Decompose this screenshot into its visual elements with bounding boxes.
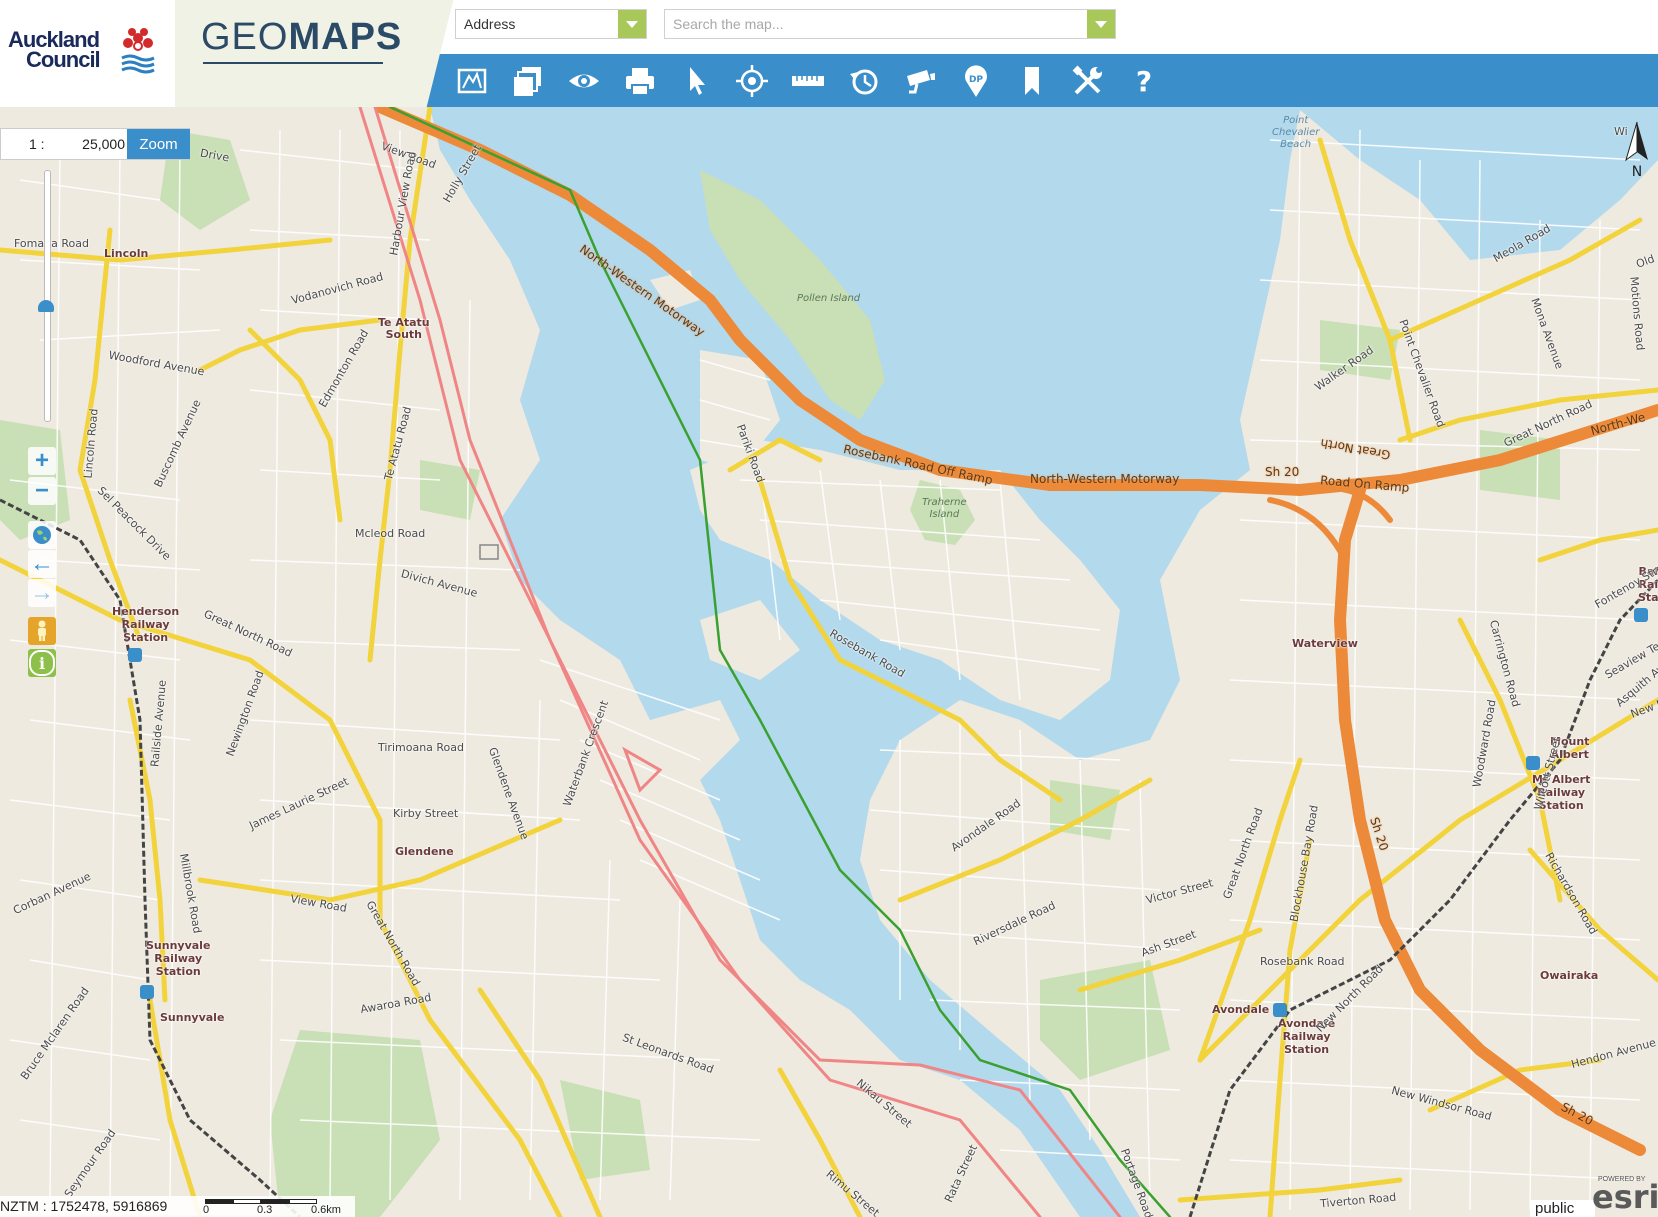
pegman-icon xyxy=(38,620,46,641)
basemap xyxy=(0,107,1658,1217)
zoom-slider[interactable] xyxy=(44,170,51,422)
select-pointer-icon[interactable] xyxy=(677,62,715,100)
measure-ruler-icon[interactable] xyxy=(789,62,827,100)
north-arrow-icon: N xyxy=(1625,121,1648,180)
place-label-avondale: Avondale xyxy=(1212,1003,1270,1016)
water-label-line: Island xyxy=(929,509,960,520)
map-search-box[interactable] xyxy=(664,9,1116,39)
scale-input[interactable] xyxy=(51,136,125,152)
auckland-council-logo[interactable]: Auckland Council xyxy=(0,0,175,107)
scale-control: 1 : Zoom xyxy=(0,128,190,160)
coordinate-readout: NZTM : 1752478, 5916869 xyxy=(0,1198,168,1214)
scale-bar-label: 0.3 xyxy=(257,1204,273,1216)
search-type-value[interactable] xyxy=(456,10,616,38)
place-label-line: Station xyxy=(1284,1043,1330,1056)
scale-bar-segment xyxy=(205,1199,233,1204)
app-title-bold: MAPS xyxy=(288,16,403,58)
water-label-line: Chevalier xyxy=(1272,127,1320,138)
label-pollen-island: Pollen Island xyxy=(797,293,861,304)
previous-extent-button[interactable]: ← xyxy=(28,550,56,578)
place-label-glendene: Glendene xyxy=(395,845,454,858)
next-extent-button[interactable]: → xyxy=(28,579,56,607)
help-question-icon[interactable]: ? xyxy=(1125,62,1163,100)
place-label-line: Railway xyxy=(1282,1030,1331,1043)
north-label: N xyxy=(1632,164,1642,180)
place-label-sunnyvale-station: Sunnyvale Railway Station xyxy=(146,939,210,978)
place-label-line: Station xyxy=(123,631,169,644)
zoom-button[interactable]: Zoom xyxy=(127,129,190,159)
geomaps-brand: GEOMAPS xyxy=(175,0,415,107)
place-label-line: Station xyxy=(155,965,201,978)
search-input[interactable] xyxy=(665,10,1085,38)
locate-target-icon[interactable] xyxy=(733,62,771,100)
camera-icon[interactable] xyxy=(901,62,939,100)
public-toggle[interactable]: public xyxy=(1530,1200,1595,1217)
label-traherne-island: Traherne Island xyxy=(922,497,967,521)
history-clock-icon[interactable] xyxy=(845,62,883,100)
scale-bar-label: 0.6km xyxy=(311,1204,341,1216)
water-label-line: Traherne xyxy=(922,497,967,508)
help-glyph: ? xyxy=(1136,65,1152,98)
app-header: Auckland Council GEOMAPS Address Search … xyxy=(0,0,1658,107)
search-type-select[interactable] xyxy=(455,9,647,39)
globe-icon xyxy=(33,526,51,544)
dp-glyph: DP xyxy=(969,75,983,85)
place-label-owairaka: Owairaka xyxy=(1540,969,1599,982)
basemaps-icon[interactable] xyxy=(453,62,491,100)
place-label-sunnyvale: Sunnyvale xyxy=(160,1011,225,1024)
streetview-pegman-button[interactable] xyxy=(28,617,56,645)
road-label: Mcleod Road xyxy=(355,527,426,540)
title-underline xyxy=(203,62,383,64)
zoom-in-button[interactable]: + xyxy=(28,447,56,475)
layers-icon[interactable] xyxy=(509,62,547,100)
map-canvas[interactable]: Lincoln Te Atatu South Henderson Railway… xyxy=(0,107,1658,1217)
full-extent-button[interactable] xyxy=(28,521,56,549)
scale-bar: 0 0.3 0.6km xyxy=(203,1199,341,1217)
info-button[interactable]: i xyxy=(28,649,56,677)
scale-bar-label: 0 xyxy=(203,1204,210,1216)
place-label-line: Henderson xyxy=(112,605,180,618)
place-label-line: Sta xyxy=(1638,591,1658,604)
place-label-line: Sunnyvale xyxy=(146,939,211,952)
label-sh20-a: Sh 20 xyxy=(1265,465,1300,479)
main-toolbar: DP ? xyxy=(413,54,1658,107)
app-title-light: GEO xyxy=(201,16,289,58)
pohutukawa-flower-icon xyxy=(121,28,155,74)
scale-prefix: 1 : xyxy=(29,136,45,152)
label-point-chevalier-beach: Point Chevalier Beach xyxy=(1272,115,1319,151)
label-nw-motorway-b: North-Western Motorway xyxy=(1030,472,1180,486)
dp-marker-icon[interactable]: DP xyxy=(957,62,995,100)
road-label: Rosebank Road xyxy=(1260,955,1345,968)
zoom-out-button[interactable]: − xyxy=(28,477,56,505)
place-label-henderson-station: Henderson Railway Station xyxy=(112,605,179,644)
place-label-line: Railway xyxy=(154,952,203,965)
road-label: Fomana Road xyxy=(14,237,89,250)
print-icon[interactable] xyxy=(621,62,659,100)
logo-text: Auckland Council xyxy=(8,29,101,72)
app-title: GEOMAPS xyxy=(201,16,402,59)
zoom-slider-handle[interactable] xyxy=(38,300,54,312)
esri-logo[interactable]: esri xyxy=(1592,1178,1658,1216)
place-label-line: South xyxy=(385,328,423,341)
water-label-line: Point xyxy=(1283,115,1309,126)
place-label-te-atatu-south: Te Atatu South xyxy=(378,317,430,341)
road-label: Kirby Street xyxy=(393,807,459,820)
chevron-down-icon[interactable] xyxy=(618,10,646,38)
bookmark-icon[interactable] xyxy=(1013,62,1051,100)
eye-icon[interactable] xyxy=(565,62,603,100)
road-label: Tirimoana Road xyxy=(378,741,465,754)
water-label-line: Beach xyxy=(1280,139,1312,150)
place-label-lincoln: Lincoln xyxy=(104,247,149,260)
place-label-line: Railway xyxy=(121,618,170,631)
tools-wrench-icon[interactable] xyxy=(1069,62,1107,100)
info-icon: i xyxy=(29,650,55,676)
place-label-waterview: Waterview xyxy=(1292,637,1358,650)
logo-line-2: Council xyxy=(26,47,101,72)
chevron-down-icon[interactable] xyxy=(1087,10,1115,38)
